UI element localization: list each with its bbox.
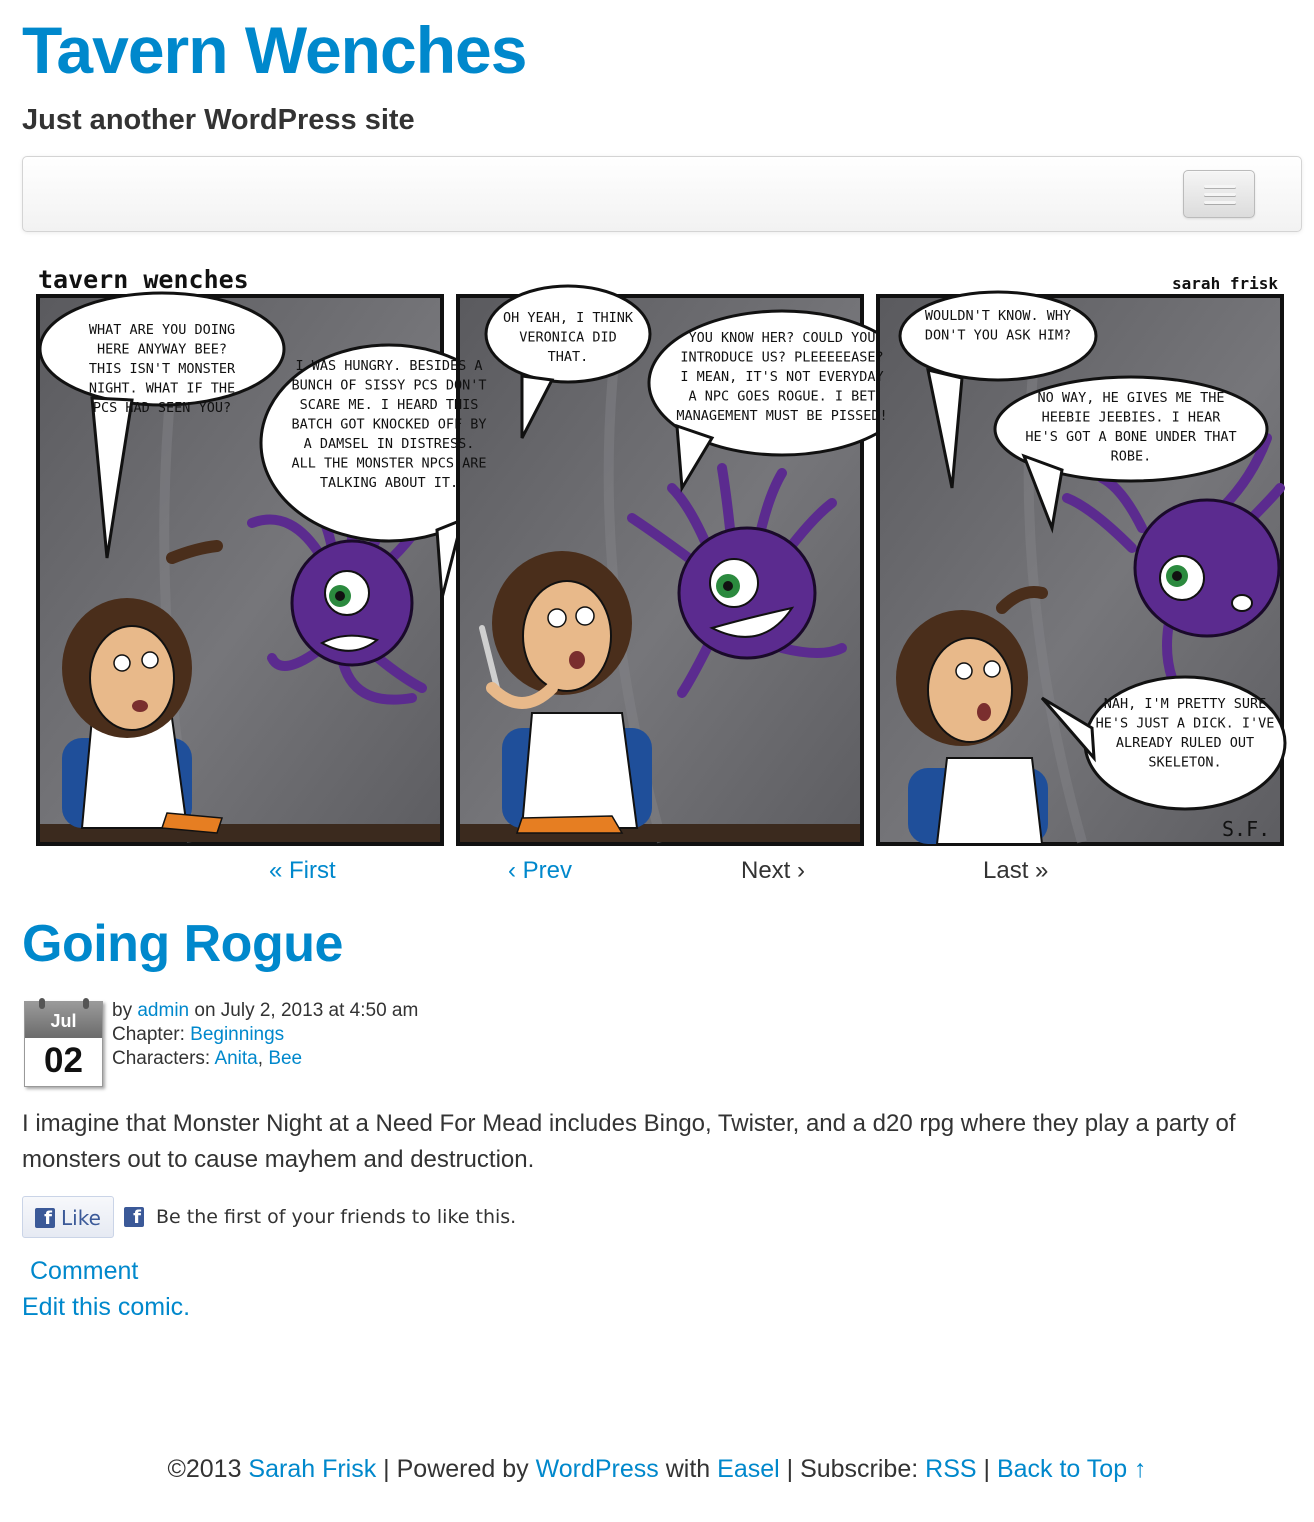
- site-title[interactable]: Tavern Wenches: [22, 10, 527, 90]
- comment-link[interactable]: Comment: [30, 1255, 138, 1287]
- comic-nav-prev[interactable]: ‹ Prev: [508, 855, 572, 887]
- comic-signature: S.F.: [1222, 817, 1270, 841]
- footer: ©2013 Sarah Frisk | Powered by WordPress…: [0, 1452, 1314, 1486]
- comic-nav-next: Next ›: [741, 857, 806, 884]
- comic-panel-3: S.F.: [876, 290, 1287, 846]
- menu-toggle-button[interactable]: [1183, 170, 1255, 218]
- site-description: Just another WordPress site: [22, 104, 415, 136]
- facebook-icon: f: [124, 1207, 144, 1228]
- characters-separator: ,: [257, 1048, 269, 1069]
- chapter-link[interactable]: Beginnings: [190, 1024, 284, 1045]
- footer-pipe: |: [976, 1455, 997, 1483]
- facebook-like-button[interactable]: f Like: [22, 1196, 114, 1238]
- comic-image: tavern wenches sarah frisk S.F. WHAT ARE…: [36, 265, 1287, 846]
- footer-subscribe-text: | Subscribe:: [779, 1455, 926, 1483]
- like-social-text: Be the first of your friends to like thi…: [156, 1206, 517, 1228]
- navbar: [22, 156, 1302, 232]
- post-date-month: Jul: [25, 1002, 102, 1038]
- comic-nav-first[interactable]: « First: [269, 855, 336, 887]
- chapter-label: Chapter:: [112, 1024, 191, 1045]
- post-byline: by admin on July 2, 2013 at 4:50 am: [112, 999, 418, 1023]
- comic-nav-last: Last »: [983, 857, 1049, 884]
- author-link[interactable]: admin: [137, 1000, 189, 1021]
- footer-wordpress-link[interactable]: WordPress: [536, 1455, 659, 1483]
- comic-artist: sarah frisk: [1172, 274, 1278, 293]
- characters-label: Characters:: [112, 1048, 215, 1069]
- footer-copyright: ©2013: [167, 1455, 249, 1483]
- calendar-icon: Jul 02: [24, 998, 103, 1087]
- post-title[interactable]: Going Rogue: [22, 912, 343, 976]
- like-label: Like: [61, 1206, 101, 1230]
- character-link-bee[interactable]: Bee: [268, 1048, 302, 1069]
- post-date-day: 02: [44, 1041, 83, 1080]
- post-body: I imagine that Monster Night at a Need F…: [22, 1110, 1236, 1173]
- post-date: on July 2, 2013 at 4:50 am: [189, 1000, 419, 1021]
- post-characters: Characters: Anita, Bee: [112, 1047, 302, 1071]
- footer-back-to-top-link[interactable]: Back to Top ↑: [997, 1455, 1147, 1483]
- character-link-anita[interactable]: Anita: [214, 1048, 257, 1069]
- comic-bubble-1b: I WAS HUNGRY. BESIDES A BUNCH OF SISSY PC…: [291, 358, 486, 491]
- footer-powered-text: | Powered by: [376, 1455, 536, 1483]
- footer-easel-link[interactable]: Easel: [717, 1455, 780, 1483]
- edit-comic-link[interactable]: Edit this comic.: [22, 1291, 190, 1323]
- footer-with-text: with: [658, 1455, 718, 1483]
- footer-author-link[interactable]: Sarah Frisk: [248, 1455, 376, 1483]
- post-chapter: Chapter: Beginnings: [112, 1023, 284, 1047]
- facebook-icon: f: [35, 1208, 55, 1229]
- comic-bubble-2b: YOU KNOW HER? COULD YOU INTRODUCE US? PLE…: [676, 330, 887, 424]
- byline-prefix: by: [112, 1000, 138, 1021]
- footer-rss-link[interactable]: RSS: [925, 1455, 976, 1483]
- comic-bubble-1a: WHAT ARE YOU DOING HERE ANYWAY BEE? THIS I…: [89, 322, 236, 416]
- comic-header-title: tavern wenches: [38, 265, 249, 294]
